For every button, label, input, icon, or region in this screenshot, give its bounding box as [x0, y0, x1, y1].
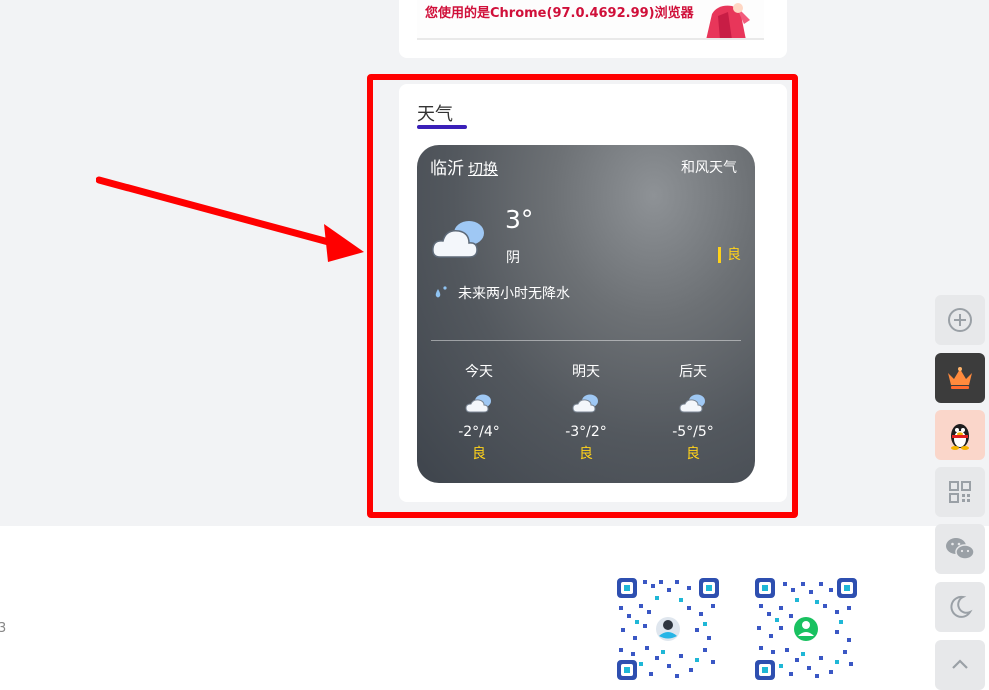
- annotation-arrow: [96, 176, 364, 262]
- qq-penguin-icon: [951, 424, 969, 450]
- vip-button[interactable]: [935, 353, 985, 403]
- chevron-up-icon: [952, 659, 968, 669]
- annotation-highlight-box: [367, 74, 798, 518]
- wechat-qrcode-image: [753, 576, 859, 682]
- banner-card: 您使用的是Chrome(97.0.4692.99)浏览器: [399, 0, 787, 58]
- site-footer: 3: [0, 526, 989, 690]
- wechat-icon: [946, 538, 975, 560]
- qq-qrcode-image: [615, 576, 721, 682]
- qrcode-icon: [949, 481, 971, 503]
- publish-button[interactable]: [935, 295, 985, 345]
- browser-notice-banner[interactable]: 您使用的是Chrome(97.0.4692.99)浏览器: [417, 0, 764, 40]
- moon-icon: [950, 595, 973, 618]
- footer-edge-text: 3: [0, 621, 7, 636]
- qq-contact-button[interactable]: [935, 410, 985, 460]
- dark-mode-toggle[interactable]: [935, 582, 985, 632]
- wechat-button[interactable]: [935, 524, 985, 574]
- qrcode-button[interactable]: [935, 467, 985, 517]
- mascot-image: [706, 3, 750, 38]
- back-to-top-button[interactable]: [935, 640, 985, 690]
- browser-notice-text: 您使用的是Chrome(97.0.4692.99)浏览器: [425, 6, 694, 21]
- plus-circle-icon: [948, 308, 972, 332]
- crown-icon: [948, 367, 972, 389]
